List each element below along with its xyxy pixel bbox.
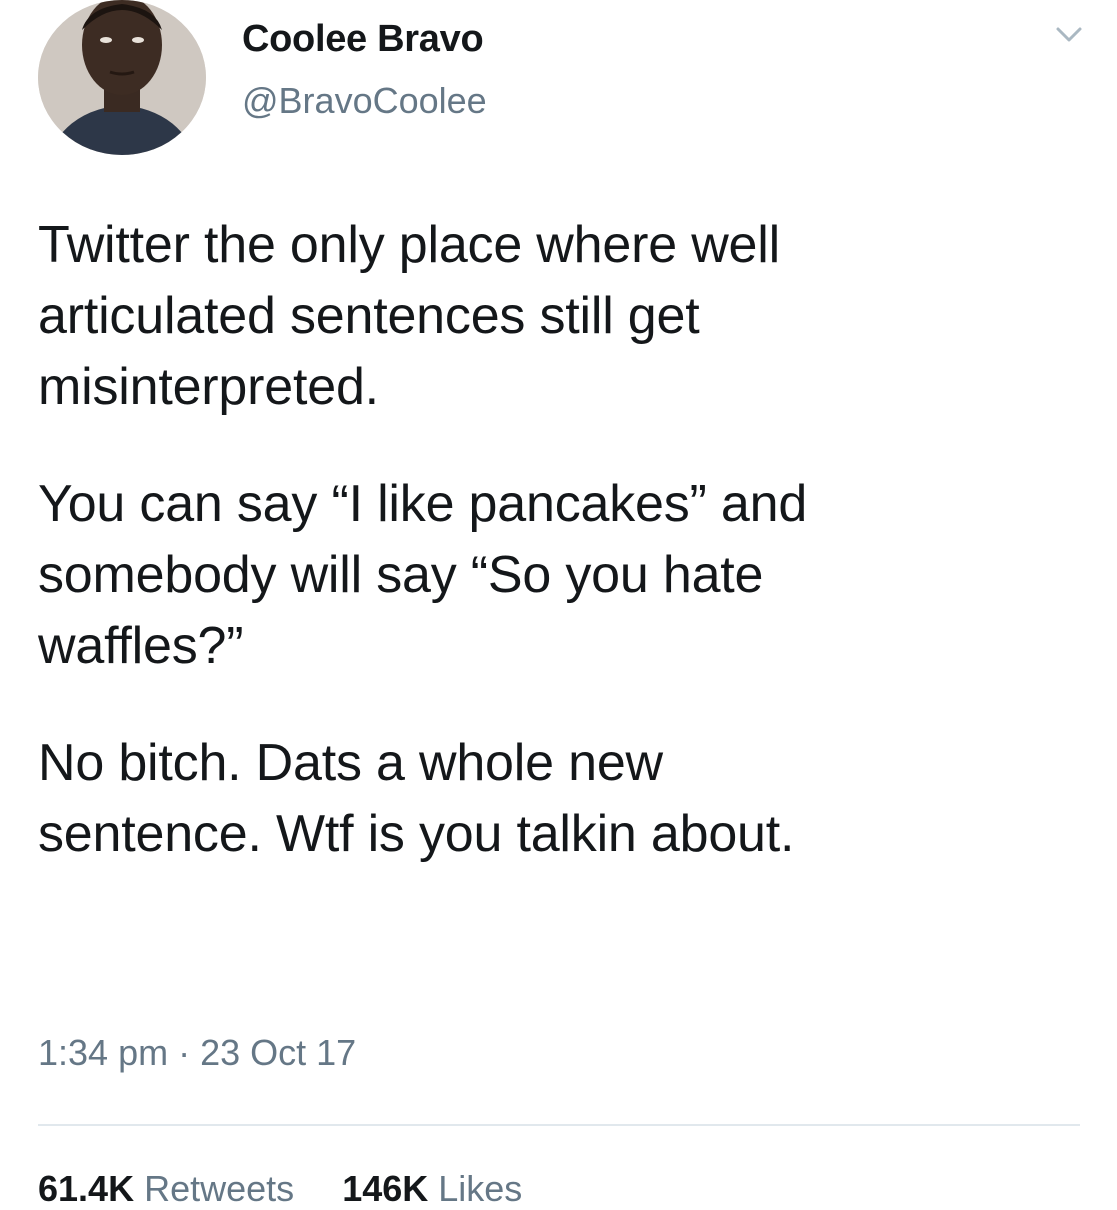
tweet-timestamp[interactable]: 1:34 pm · 23 Oct 17 <box>38 1032 356 1074</box>
tweet-date: 23 Oct 17 <box>200 1032 357 1073</box>
retweets-stat[interactable]: 61.4K Retweets <box>38 1168 304 1209</box>
tweet-paragraph: No bitch. Dats a whole new sentence. Wtf… <box>38 734 795 863</box>
meta-separator: · <box>178 1032 191 1073</box>
likes-label: Likes <box>438 1168 523 1209</box>
divider <box>38 1124 1080 1126</box>
retweets-count: 61.4K <box>38 1168 135 1209</box>
retweets-label: Retweets <box>144 1168 295 1209</box>
avatar-image <box>38 0 206 155</box>
tweet-card: Coolee Bravo @BravoCoolee Twitter the on… <box>0 0 1117 1209</box>
user-handle[interactable]: @BravoCoolee <box>242 80 487 122</box>
chevron-down-icon[interactable] <box>1055 24 1083 46</box>
tweet-stats: 61.4K Retweets 146K Likes <box>38 1168 560 1210</box>
tweet-text: Twitter the only place where well articu… <box>38 210 1098 916</box>
tweet-time: 1:34 pm <box>38 1032 169 1073</box>
tweet-paragraph: You can say “I like pancakes” and somebo… <box>38 475 808 675</box>
display-name[interactable]: Coolee Bravo <box>242 18 484 61</box>
likes-count: 146K <box>342 1168 429 1209</box>
avatar[interactable] <box>38 0 206 155</box>
likes-stat[interactable]: 146K Likes <box>342 1168 522 1209</box>
tweet-paragraph: Twitter the only place where well articu… <box>38 216 780 416</box>
